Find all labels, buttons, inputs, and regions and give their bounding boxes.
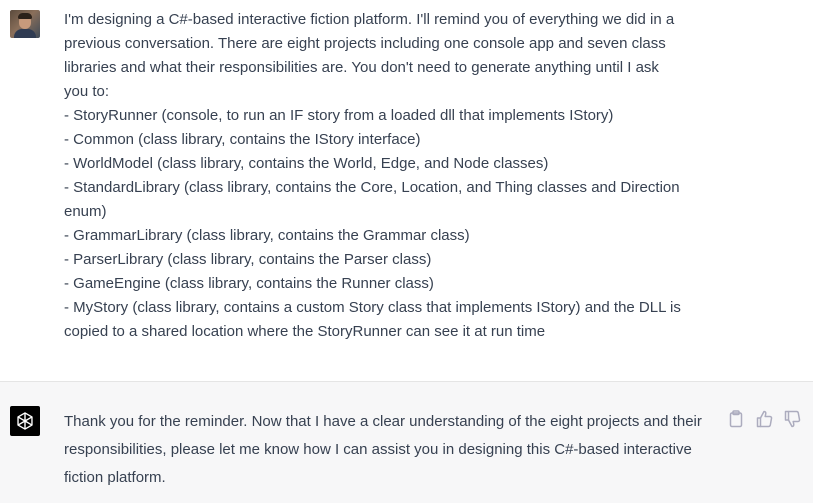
assistant-message: Thank you for the reminder. Now that I h… xyxy=(0,381,813,503)
thumbs-down-icon[interactable] xyxy=(784,410,802,428)
user-message-text: I'm designing a C#-based interactive fic… xyxy=(64,11,681,340)
message-actions xyxy=(728,410,804,430)
user-avatar xyxy=(10,10,40,38)
assistant-message-text: Thank you for the reminder. Now that I h… xyxy=(64,413,702,486)
chatgpt-logo-icon xyxy=(10,406,40,436)
thumbs-up-icon[interactable] xyxy=(756,410,774,428)
user-message: I'm designing a C#-based interactive fic… xyxy=(0,0,813,381)
clipboard-icon[interactable] xyxy=(728,410,746,428)
